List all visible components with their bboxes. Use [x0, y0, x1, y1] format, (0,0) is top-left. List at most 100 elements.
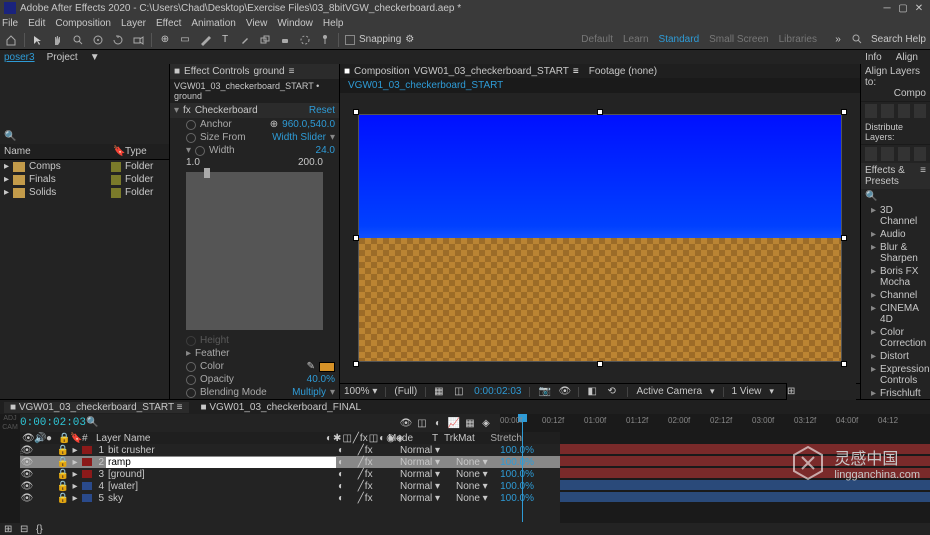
stopwatch-icon[interactable] [186, 120, 196, 130]
show-snapshot-icon[interactable]: 👁 [558, 386, 570, 398]
layer-row[interactable]: 👁🔒▸3[ground]◐╱fxNormal ▾None ▾100.0% [20, 468, 560, 480]
snapping-toggle[interactable]: Snapping ⚙ [345, 34, 414, 45]
puppet-tool-icon[interactable] [318, 33, 332, 47]
timeline-tab[interactable]: ■ VGW01_03_checkerboard_FINAL [201, 402, 362, 413]
track-bar[interactable] [560, 492, 930, 502]
menu-help[interactable]: Help [323, 18, 344, 29]
lock-toggle[interactable]: 🔒 [58, 445, 68, 455]
column-name[interactable]: Name [4, 146, 113, 157]
fx-search-icon[interactable]: 🔍 [865, 191, 877, 202]
transform-handle[interactable] [353, 109, 359, 115]
shape-tool-icon[interactable]: ▭ [178, 33, 192, 47]
timeline-search-icon[interactable]: 🔍 [86, 417, 98, 429]
menu-file[interactable]: File [2, 18, 18, 29]
blend-mode-dropdown[interactable]: Normal ▾ [400, 469, 442, 480]
project-link[interactable]: poser3 [4, 52, 35, 63]
anchor-target-icon[interactable]: ⊕ [270, 119, 278, 130]
layer-row[interactable]: 👁🔒▸4[water]◐╱fxNormal ▾None ▾100.0% [20, 480, 560, 492]
col-mblur-icon[interactable]: ◐ [379, 433, 385, 444]
selection-tool-icon[interactable] [31, 33, 45, 47]
composition-viewer[interactable] [340, 93, 860, 383]
effects-presets-title[interactable]: Effects & Presets [865, 165, 920, 187]
dist-4-icon[interactable] [914, 147, 926, 161]
asset-row[interactable]: ▸SolidsFolder [0, 186, 169, 199]
col-stretch[interactable]: Stretch [486, 433, 522, 444]
effect-controls-tab[interactable]: Effect Controls [184, 66, 249, 77]
stretch-value[interactable]: 100.0% [498, 457, 534, 468]
align-panel-tab[interactable]: Align [896, 52, 918, 63]
clone-tool-icon[interactable] [258, 33, 272, 47]
mask-toggle-icon[interactable]: ◫ [454, 386, 466, 398]
layer-name[interactable]: sky [106, 493, 336, 504]
prop-opacity-value[interactable]: 40.0% [307, 374, 335, 385]
hand-tool-icon[interactable] [51, 33, 65, 47]
slider-thumb[interactable] [204, 168, 210, 178]
color-swatch[interactable] [319, 362, 335, 372]
blend-mode-dropdown[interactable]: Normal ▾ [400, 493, 442, 504]
home-icon[interactable] [4, 33, 18, 47]
label-swatch[interactable] [111, 162, 121, 172]
track-bar[interactable] [560, 444, 930, 454]
roto-tool-icon[interactable] [298, 33, 312, 47]
current-time[interactable]: 0:00:02:03 [474, 386, 521, 397]
rotate-tool-icon[interactable] [111, 33, 125, 47]
left-tab-cam[interactable]: CAM [0, 423, 20, 432]
brush-tool-icon[interactable] [238, 33, 252, 47]
layer-row[interactable]: 👁🔒▸5sky◐╱fxNormal ▾None ▾100.0% [20, 492, 560, 504]
visibility-toggle[interactable]: 👁 [22, 469, 32, 479]
classic3d-icon[interactable]: ◈ [479, 416, 493, 430]
align-target-dropdown[interactable]: Compo [865, 88, 926, 99]
col-shy-icon[interactable]: ◐ [326, 433, 332, 444]
layer-name[interactable]: [water] [106, 481, 336, 492]
stretch-value[interactable]: 100.0% [498, 481, 534, 492]
asset-row[interactable]: ▸CompsFolder [0, 160, 169, 173]
transform-handle[interactable] [597, 109, 603, 115]
col-collapse-icon[interactable]: ◫ [342, 433, 351, 444]
transform-handle[interactable] [841, 109, 847, 115]
fx-category[interactable]: ▸Color Correction [861, 326, 930, 350]
track-bar[interactable] [560, 480, 930, 490]
dist-3-icon[interactable] [898, 147, 910, 161]
blend-mode-dropdown[interactable]: Normal ▾ [400, 445, 442, 456]
zoom-dropdown[interactable]: 100% ▾ [344, 386, 377, 397]
menu-layer[interactable]: Layer [121, 18, 146, 29]
label-swatch[interactable] [111, 188, 121, 198]
lock-toggle[interactable]: 🔒 [58, 481, 68, 491]
project-search-icon[interactable]: 🔍 [4, 131, 16, 142]
orbit-tool-icon[interactable] [91, 33, 105, 47]
effect-name[interactable]: Checkerboard [195, 105, 258, 116]
col-solo-icon[interactable]: ● [46, 433, 56, 444]
prop-blend-value[interactable]: Multiply [292, 387, 326, 398]
col-fx-icon[interactable]: ✱ [333, 433, 341, 444]
toggle-in-out-icon[interactable]: {} [36, 524, 46, 534]
graph-editor-icon[interactable]: 📈 [447, 416, 461, 430]
motion-blur-icon[interactable]: ◐ [431, 416, 445, 430]
track-bar[interactable] [560, 456, 930, 466]
menu-effect[interactable]: Effect [156, 18, 181, 29]
dist-2-icon[interactable] [881, 147, 893, 161]
workspace-libraries[interactable]: Libraries [779, 34, 817, 45]
type-tool-icon[interactable]: T [218, 33, 232, 47]
snapping-checkbox[interactable] [345, 35, 355, 45]
maximize-button[interactable]: ▢ [896, 2, 910, 14]
close-button[interactable]: ✕ [912, 2, 926, 14]
eyedropper-icon[interactable]: ✎ [307, 361, 315, 372]
dist-1-icon[interactable] [865, 147, 877, 161]
workspace-menu-icon[interactable]: » [831, 33, 845, 47]
width-slider[interactable] [186, 172, 323, 330]
track-bar[interactable] [560, 468, 930, 478]
fx-category[interactable]: ▸3D Channel [861, 204, 930, 228]
menu-animation[interactable]: Animation [191, 18, 235, 29]
asset-row[interactable]: ▸FinalsFolder [0, 173, 169, 186]
current-time-indicator[interactable] [522, 414, 523, 522]
stopwatch-icon[interactable] [186, 388, 196, 398]
camera-tool-icon[interactable] [131, 33, 145, 47]
prop-anchor-value[interactable]: 960.0,540.0 [282, 119, 335, 130]
eraser-tool-icon[interactable] [278, 33, 292, 47]
fx-category[interactable]: ▸Frischluft [861, 387, 930, 399]
menu-edit[interactable]: Edit [28, 18, 45, 29]
col-layername[interactable]: Layer Name [94, 433, 324, 444]
prop-width-value[interactable]: 24.0 [316, 145, 335, 156]
stretch-value[interactable]: 100.0% [498, 469, 534, 480]
label-swatch[interactable] [82, 470, 92, 478]
